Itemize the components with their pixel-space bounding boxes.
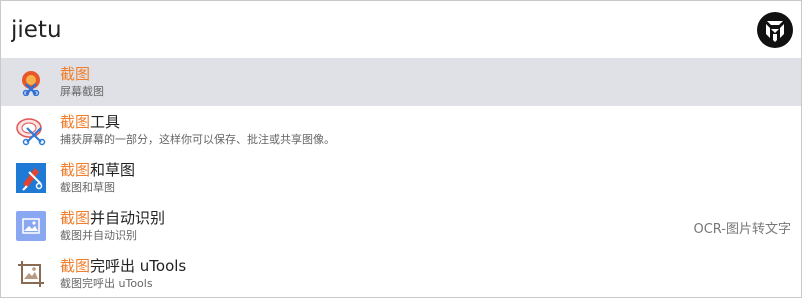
result-title: 截图 [60, 65, 91, 83]
result-item-ocr[interactable]: 截图并自动识别 截图并自动识别 OCR-图片转文字 [1, 202, 801, 250]
screenshot-app-icon [15, 66, 47, 98]
result-list: 截图 屏幕截图 截图工具 捕获屏幕的一部分，这样你可以保存、批注或共享图像。 截… [1, 58, 801, 297]
result-subtitle: 截图并自动识别 [60, 229, 137, 242]
result-subtitle: 捕获屏幕的一部分，这样你可以保存、批注或共享图像。 [60, 133, 335, 146]
utools-logo-icon[interactable] [757, 12, 793, 48]
snipping-tool-icon [15, 114, 47, 146]
result-subtitle: 截图和草图 [60, 181, 115, 194]
launcher-window: 截图 屏幕截图 截图工具 捕获屏幕的一部分，这样你可以保存、批注或共享图像。 [0, 0, 802, 298]
result-item-utools-screenshot[interactable]: 截图完呼出 uTools 截图完呼出 uTools [1, 250, 801, 297]
search-bar [1, 1, 801, 58]
result-title: 截图并自动识别 [60, 209, 166, 227]
snip-sketch-icon [15, 162, 47, 194]
ocr-image-icon [15, 210, 47, 242]
result-subtitle: 屏幕截图 [60, 85, 104, 98]
result-item-snip-sketch[interactable]: 截图和草图 截图和草图 [1, 154, 801, 202]
result-title: 截图完呼出 uTools [60, 257, 187, 275]
result-plugin-label: OCR-图片转文字 [693, 222, 791, 237]
utools-screenshot-icon [15, 258, 47, 290]
result-item-snipping-tool[interactable]: 截图工具 捕获屏幕的一部分，这样你可以保存、批注或共享图像。 [1, 106, 801, 154]
result-title: 截图工具 [60, 113, 121, 131]
result-title: 截图和草图 [60, 161, 136, 179]
search-input[interactable] [1, 1, 741, 58]
result-item-screenshot[interactable]: 截图 屏幕截图 [1, 58, 801, 106]
result-subtitle: 截图完呼出 uTools [60, 277, 153, 290]
